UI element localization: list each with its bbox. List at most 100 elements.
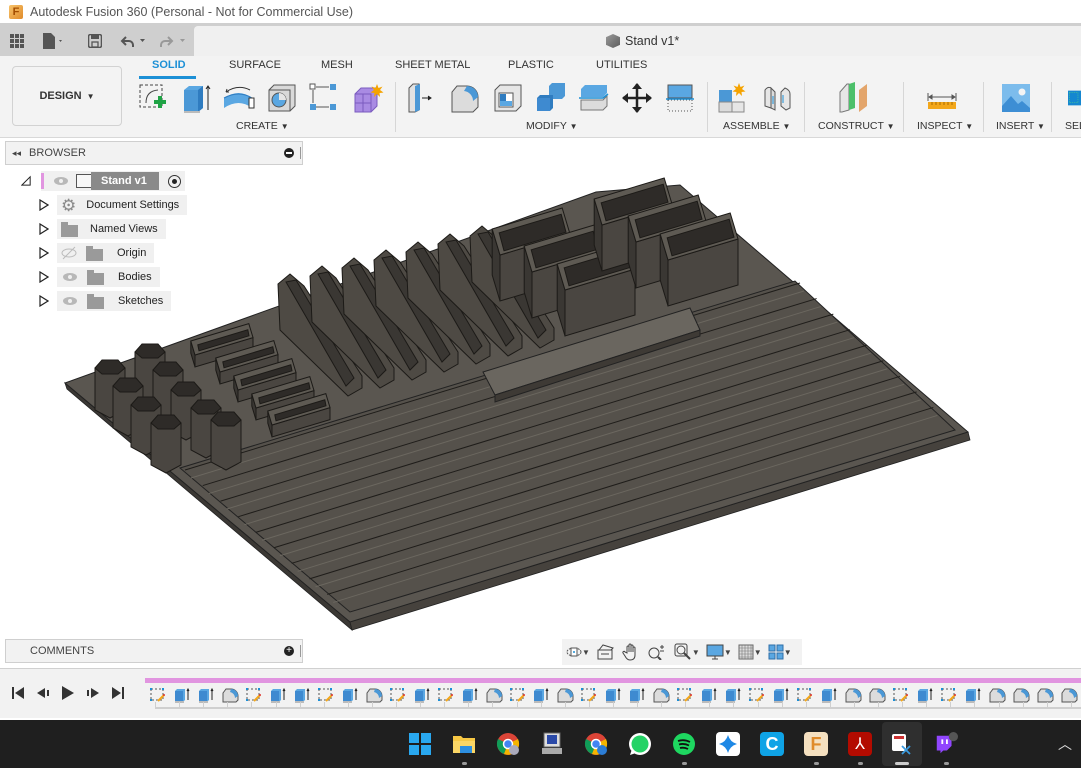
- timeline-feature-extrude[interactable]: [458, 685, 482, 705]
- browser-item-document-settings[interactable]: ⚙ Document Settings: [39, 195, 188, 215]
- file-menu-button[interactable]: [42, 26, 64, 56]
- orbit-icon[interactable]: ▼: [566, 644, 590, 660]
- play-button[interactable]: [60, 685, 76, 701]
- file-explorer-icon[interactable]: [452, 732, 476, 756]
- grid-menu-icon[interactable]: [10, 26, 24, 56]
- insert-menu[interactable]: INSERT ▼: [996, 120, 1045, 132]
- timeline-feature-fillet[interactable]: [1033, 685, 1057, 705]
- timeline-feature-extrude[interactable]: [410, 685, 434, 705]
- collapse-triangle-icon[interactable]: [21, 175, 31, 187]
- assemble-menu[interactable]: ASSEMBLE ▼: [723, 120, 790, 132]
- expand-triangle-icon[interactable]: [39, 295, 49, 307]
- visibility-eye-icon[interactable]: [63, 273, 77, 281]
- timeline-feature-fillet[interactable]: [482, 685, 506, 705]
- timeline-feature-sketch[interactable]: [314, 685, 338, 705]
- fit-icon[interactable]: ▼: [674, 643, 700, 661]
- hidden-eye-icon[interactable]: [60, 246, 78, 260]
- pattern-button[interactable]: [306, 80, 342, 116]
- visibility-eye-icon[interactable]: [63, 297, 77, 305]
- workspace-switcher[interactable]: DESIGN ▼: [12, 66, 122, 126]
- align-button[interactable]: [662, 80, 698, 116]
- browser-root-row[interactable]: Stand v1: [21, 171, 185, 191]
- remote-desktop-icon[interactable]: [540, 732, 564, 756]
- expand-triangle-icon[interactable]: [39, 247, 49, 259]
- inspect-menu[interactable]: INSPECT ▼: [917, 120, 973, 132]
- tab-sheet-metal[interactable]: SHEET METAL: [395, 59, 470, 71]
- minimize-panel-icon[interactable]: [284, 148, 294, 158]
- shell-button[interactable]: [490, 80, 526, 116]
- new-component-button[interactable]: [716, 80, 752, 116]
- whatsapp-icon[interactable]: [628, 732, 652, 756]
- browser-item-sketches[interactable]: Sketches: [39, 291, 172, 311]
- expand-triangle-icon[interactable]: [39, 223, 49, 235]
- chrome-profile-icon[interactable]: [584, 732, 608, 756]
- chrome-icon[interactable]: [496, 732, 520, 756]
- grid-icon[interactable]: ▼: [738, 644, 762, 660]
- hole-button[interactable]: [264, 80, 300, 116]
- fillet-button[interactable]: [447, 80, 483, 116]
- select-button[interactable]: [1068, 80, 1081, 116]
- timeline-feature-sketch[interactable]: [242, 685, 266, 705]
- timeline-feature-extrude[interactable]: [170, 685, 194, 705]
- stand-model[interactable]: [0, 138, 1081, 668]
- tab-solid[interactable]: SOLID: [152, 59, 186, 71]
- tab-mesh[interactable]: MESH: [321, 59, 353, 71]
- timeline-feature-sketch[interactable]: [434, 685, 458, 705]
- snipping-tool-icon[interactable]: [890, 732, 914, 756]
- timeline-feature-sketch[interactable]: [937, 685, 961, 705]
- spotify-icon[interactable]: [672, 732, 696, 756]
- app-c-icon[interactable]: C: [760, 732, 784, 756]
- timeline-feature-sketch[interactable]: [889, 685, 913, 705]
- select-menu[interactable]: SEL: [1065, 120, 1081, 132]
- extrude-button[interactable]: [178, 80, 214, 116]
- document-tab[interactable]: Stand v1*: [194, 26, 1081, 56]
- windows-start-icon[interactable]: [408, 732, 432, 756]
- browser-item-named-views[interactable]: Named Views: [39, 219, 166, 239]
- timeline-feature-fillet[interactable]: [1057, 685, 1081, 705]
- timeline-feature-sketch[interactable]: [506, 685, 530, 705]
- app-blue-icon[interactable]: [716, 732, 740, 756]
- twitch-icon[interactable]: [934, 732, 958, 756]
- measure-button[interactable]: [924, 80, 960, 116]
- acrobat-icon[interactable]: ⅄: [848, 732, 872, 756]
- offset-plane-button[interactable]: [836, 80, 872, 116]
- zoom-icon[interactable]: [648, 644, 666, 660]
- step-back-button[interactable]: [35, 685, 51, 701]
- combine-button[interactable]: [533, 80, 569, 116]
- step-forward-button[interactable]: [85, 685, 101, 701]
- modify-menu[interactable]: MODIFY ▼: [526, 120, 578, 132]
- timeline-feature-fillet[interactable]: [218, 685, 242, 705]
- timeline-marker-bar[interactable]: [145, 678, 1081, 683]
- timeline-feature-extrude[interactable]: [961, 685, 985, 705]
- panel-resize-handle[interactable]: [300, 645, 301, 657]
- press-pull-button[interactable]: [404, 80, 440, 116]
- timeline-feature-sketch[interactable]: [386, 685, 410, 705]
- move-copy-button[interactable]: [619, 80, 655, 116]
- timeline-feature-extrude[interactable]: [913, 685, 937, 705]
- timeline-feature-extrude[interactable]: [194, 685, 218, 705]
- tab-surface[interactable]: SURFACE: [229, 59, 281, 71]
- tab-utilities[interactable]: UTILITIES: [596, 59, 647, 71]
- timeline-feature-fillet[interactable]: [985, 685, 1009, 705]
- activate-radio-icon[interactable]: [167, 174, 181, 188]
- look-at-icon[interactable]: [596, 644, 614, 660]
- panel-resize-handle[interactable]: [300, 147, 301, 159]
- fusion-360-taskbar-icon[interactable]: F: [804, 732, 828, 756]
- timeline-feature-fillet[interactable]: [1009, 685, 1033, 705]
- tab-plastic[interactable]: PLASTIC: [508, 59, 554, 71]
- timeline-track[interactable]: [155, 702, 1081, 709]
- pan-icon[interactable]: [622, 643, 640, 661]
- chevron-up-icon[interactable]: ︿: [1058, 734, 1072, 754]
- save-icon[interactable]: [88, 26, 102, 56]
- revolve-button[interactable]: [221, 80, 257, 116]
- 3d-viewport[interactable]: [0, 138, 1081, 668]
- timeline-feature-extrude[interactable]: [266, 685, 290, 705]
- go-to-start-button[interactable]: [10, 685, 26, 701]
- construct-menu[interactable]: CONSTRUCT ▼: [818, 120, 895, 132]
- create-form-button[interactable]: [350, 80, 386, 116]
- expand-triangle-icon[interactable]: [39, 271, 49, 283]
- timeline-feature-sketch[interactable]: [146, 685, 170, 705]
- undo-button[interactable]: [120, 26, 150, 56]
- timeline-feature-fillet[interactable]: [362, 685, 386, 705]
- split-body-button[interactable]: [576, 80, 612, 116]
